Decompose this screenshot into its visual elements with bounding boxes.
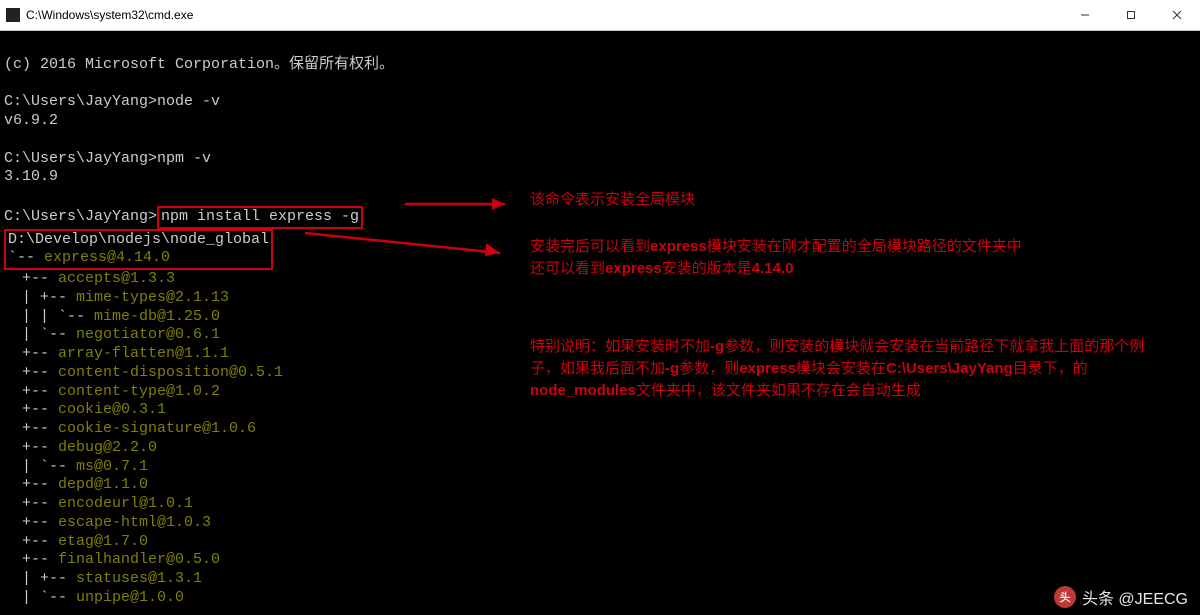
tree-pkg: accepts@1.3.3 (58, 270, 175, 287)
watermark: 头 头条 @JEECG (1054, 585, 1188, 609)
tree-pkg: negotiator@0.6.1 (76, 326, 220, 343)
annotation-note: 特别说明：如果安装时不加-g参数，则安装的模块就会安装在当前路径下就拿我上面的那… (530, 336, 1170, 401)
prompt: C:\Users\JayYang> (4, 93, 157, 110)
tree-pkg: mime-types@2.1.13 (76, 289, 229, 306)
tree-pkg: content-disposition@0.5.1 (58, 364, 283, 381)
arrow-icon (400, 189, 520, 219)
titlebar[interactable]: C:\Windows\system32\cmd.exe (0, 0, 1200, 31)
tree-pkg: mime-db@1.25.0 (94, 308, 220, 325)
tree-pkg: encodeurl@1.0.1 (58, 495, 193, 512)
terminal-body[interactable]: (c) 2016 Microsoft Corporation。保留所有权利。 C… (0, 31, 1200, 615)
window-title: C:\Windows\system32\cmd.exe (26, 8, 193, 22)
tree-pkg: finalhandler@0.5.0 (58, 551, 220, 568)
global-path-highlight: D:\Develop\nodejs\node_global `-- expres… (4, 229, 273, 271)
copyright-line: (c) 2016 Microsoft Corporation。保留所有权利。 (4, 56, 394, 73)
prompt: C:\Users\JayYang> (4, 150, 157, 167)
annotation-cmd: 该命令表示安装全局模块 (530, 189, 695, 211)
cmd-window: C:\Windows\system32\cmd.exe (c) 2016 Mic… (0, 0, 1200, 615)
watermark-icon: 头 (1054, 586, 1076, 608)
cmd-npm-v: npm -v (157, 150, 211, 167)
cmd-node-v: node -v (157, 93, 220, 110)
tree-pkg: cookie-signature@1.0.6 (58, 420, 256, 437)
tree-pkg: debug@2.2.0 (58, 439, 157, 456)
prompt: C:\Users\JayYang> (4, 208, 157, 225)
arrow-icon (300, 223, 520, 263)
npm-version: 3.10.9 (4, 168, 58, 185)
watermark-text: 头条 @JEECG (1082, 585, 1188, 609)
tree-pkg: content-type@1.0.2 (58, 383, 220, 400)
tree-pkg: escape-html@1.0.3 (58, 514, 211, 531)
global-path: D:\Develop\nodejs\node_global (8, 231, 269, 248)
maximize-button[interactable] (1108, 0, 1154, 30)
close-button[interactable] (1154, 0, 1200, 30)
tree-pkg: express@4.14.0 (44, 249, 170, 266)
tree-pkg: ms@0.7.1 (76, 458, 148, 475)
tree-pkg: depd@1.1.0 (58, 476, 148, 493)
cmd-icon (6, 8, 20, 22)
tree-pkg: cookie@0.3.1 (58, 401, 166, 418)
tree-pkg: array-flatten@1.1.1 (58, 345, 229, 362)
annotation-result: 安装完后可以看到express模块安装在刚才配置的全局模块路径的文件夹中 还可以… (530, 236, 1190, 280)
tree-pkg: unpipe@1.0.0 (76, 589, 184, 606)
tree-pkg: etag@1.7.0 (58, 533, 148, 550)
node-version: v6.9.2 (4, 112, 58, 129)
minimize-button[interactable] (1062, 0, 1108, 30)
tree-pkg: statuses@1.3.1 (76, 570, 202, 587)
